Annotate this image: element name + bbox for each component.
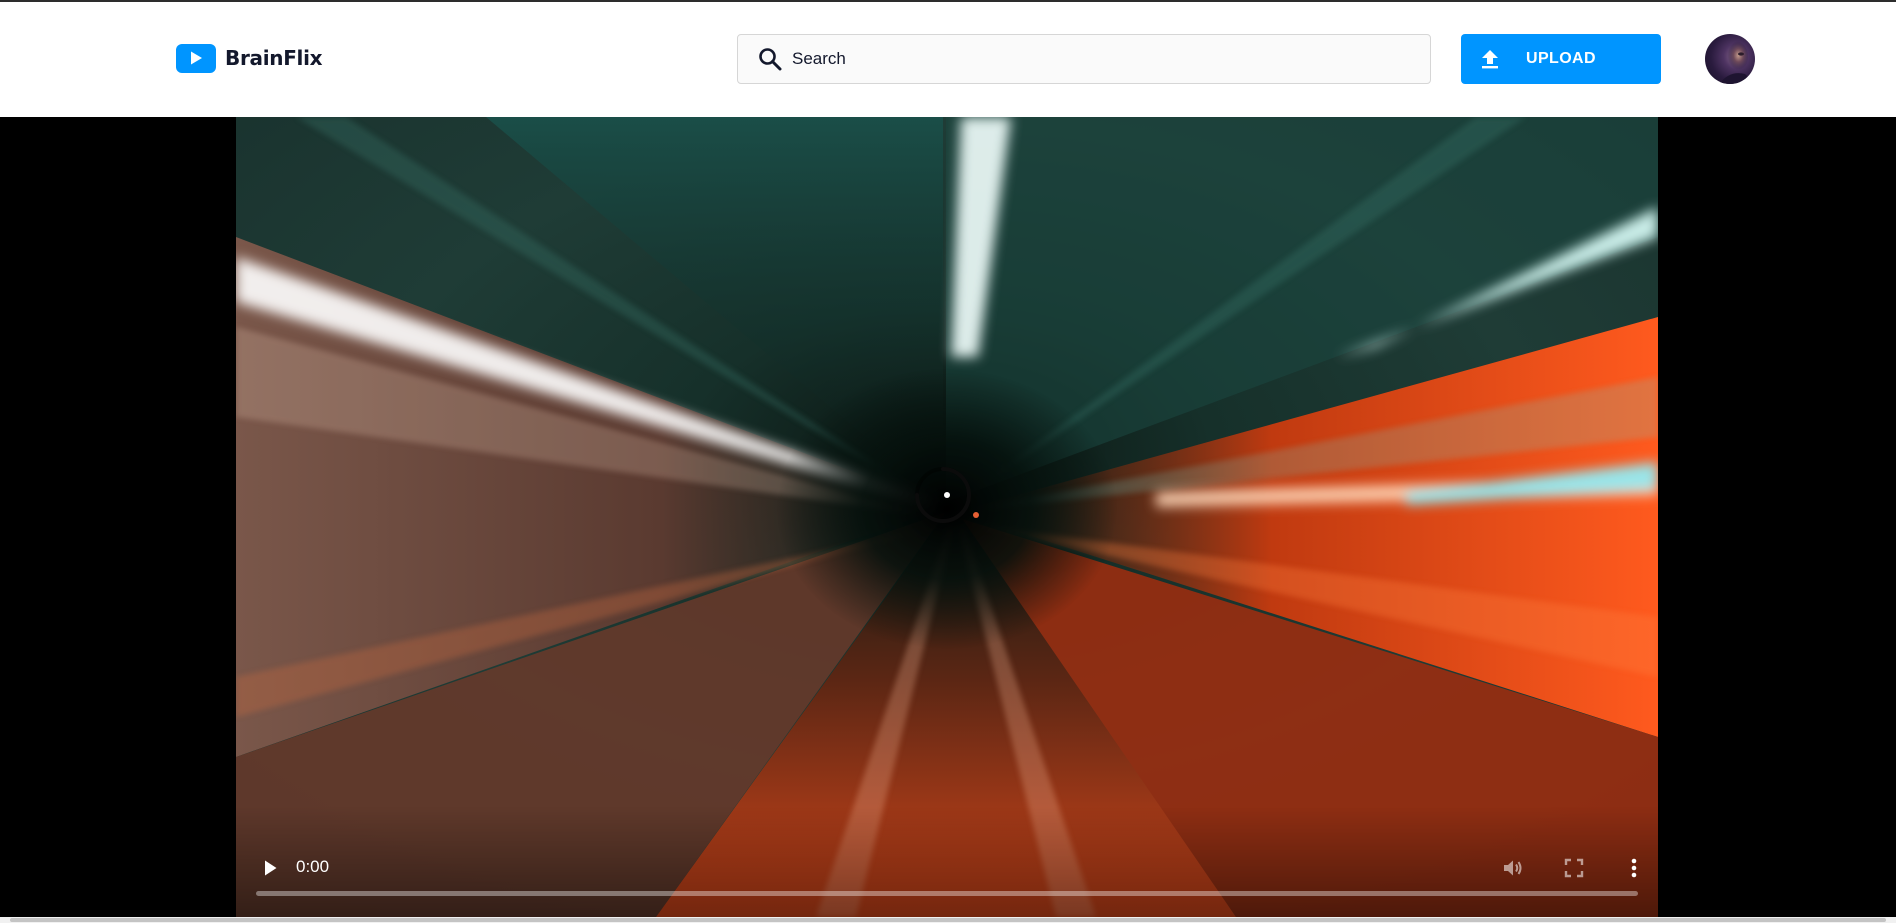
- brainflix-logo[interactable]: BrainFlix: [176, 42, 323, 74]
- brand-name: BrainFlix: [225, 46, 323, 70]
- search-input[interactable]: [792, 49, 1392, 69]
- play-logo-icon: [176, 43, 216, 73]
- video-stage: 0:00: [0, 117, 1896, 917]
- search-bar[interactable]: [737, 34, 1431, 84]
- upload-label: UPLOAD: [1526, 50, 1596, 67]
- site-header: BrainFlix UPLOAD: [0, 2, 1896, 117]
- mute-button[interactable]: [1498, 853, 1528, 883]
- current-time: 0:00: [296, 857, 330, 876]
- play-icon: [265, 860, 277, 876]
- volume-icon: [1504, 860, 1522, 876]
- video-progress-bar[interactable]: [256, 891, 1638, 896]
- horizontal-scrollbar-thumb[interactable]: [10, 918, 1886, 922]
- user-avatar[interactable]: [1705, 34, 1755, 84]
- upload-button[interactable]: UPLOAD: [1461, 34, 1661, 84]
- more-vertical-icon: [1631, 858, 1637, 878]
- fullscreen-button[interactable]: [1559, 853, 1589, 883]
- search-icon: [756, 45, 784, 73]
- loading-spinner-icon: [915, 467, 971, 523]
- fullscreen-icon: [1564, 858, 1584, 878]
- play-button[interactable]: [256, 854, 284, 882]
- horizontal-scrollbar[interactable]: [0, 917, 1896, 923]
- more-options-button[interactable]: [1619, 853, 1649, 883]
- controls-overlay: [236, 807, 1658, 917]
- video-player[interactable]: 0:00: [236, 117, 1658, 917]
